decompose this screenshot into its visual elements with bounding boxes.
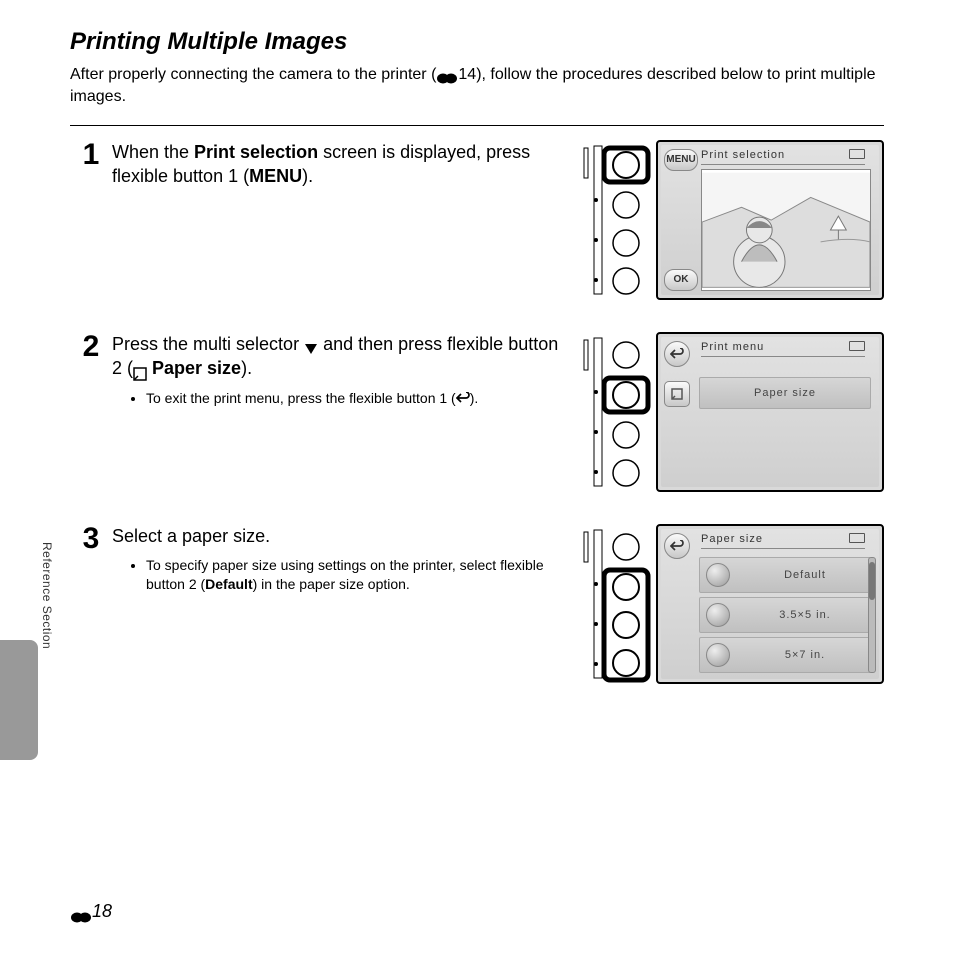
down-triangle-icon: [304, 338, 318, 352]
photo-illustration: [701, 169, 871, 291]
option-3-5x5: 3.5×5 in.: [699, 597, 871, 633]
option-radio-icon: [706, 563, 730, 587]
screen-1-title-text: Print selection: [701, 149, 785, 161]
screen-3-title: Paper size: [701, 533, 865, 549]
camera-side-buttons: [574, 332, 654, 492]
step-1-c: ).: [302, 166, 313, 186]
step-3-screen: Paper size Default 3.5×5 in. 5×7 in.: [656, 524, 884, 684]
side-tab: [0, 640, 38, 760]
screen-3-title-text: Paper size: [701, 533, 763, 545]
step-3: 3 Select a paper size. To specify paper …: [70, 524, 884, 684]
scrollbar: [868, 557, 876, 673]
step-1-text: When the Print selection screen is displ…: [112, 140, 560, 189]
page-title: Printing Multiple Images: [70, 28, 884, 56]
default-label: Default: [205, 576, 252, 592]
option-5x7-label: 5×7 in.: [740, 649, 870, 661]
intro-a: After properly connecting the camera to …: [70, 66, 436, 83]
option-default: Default: [699, 557, 871, 593]
reference-link-icon: [436, 69, 458, 80]
option-paper-size: Paper size: [699, 377, 871, 409]
step-3-number: 3: [70, 524, 112, 554]
step-3-bullets: To specify paper size using settings on …: [146, 556, 560, 594]
step-2-a: Press the multi selector: [112, 334, 304, 354]
step-1: 1 When the Print selection screen is dis…: [70, 140, 884, 300]
side-section-label: Reference Section: [40, 542, 54, 649]
page-number-value: 18: [92, 901, 112, 921]
soft-button-ok: OK: [664, 269, 698, 291]
step-2-c: ).: [241, 358, 252, 378]
intro-ref: 14: [458, 66, 476, 83]
step-3-bullet-1: To specify paper size using settings on …: [146, 556, 560, 594]
step-2-bullet-b: ).: [470, 390, 479, 406]
option-default-label: Default: [740, 569, 870, 581]
back-arrow-icon: [456, 390, 470, 409]
back-soft-button: [664, 341, 690, 367]
page-number: 18: [70, 901, 112, 922]
option-paper-size-label: Paper size: [700, 387, 870, 399]
step-2-bullet-1: To exit the print menu, press the flexib…: [146, 389, 560, 409]
step-2-screen: Print menu Paper size: [656, 332, 884, 492]
battery-icon: [849, 149, 865, 159]
option-5x7: 5×7 in.: [699, 637, 871, 673]
screen-2-title-text: Print menu: [701, 341, 764, 353]
step-3-bullet-b: ) in the paper size option.: [253, 576, 410, 592]
step-2-bullet-a: To exit the print menu, press the flexib…: [146, 390, 456, 406]
screen-1-title: Print selection: [701, 149, 865, 165]
step-1-screen: MENU Print selection: [656, 140, 884, 300]
paper-size-icon: [133, 363, 147, 377]
step-1-number: 1: [70, 140, 112, 170]
menu-label: MENU: [249, 166, 302, 186]
reference-link-icon: [70, 907, 92, 918]
paper-size-label: Paper size: [147, 358, 241, 378]
battery-icon: [849, 533, 865, 543]
soft-button-menu: MENU: [664, 149, 698, 171]
step-1-bold-a: Print selection: [194, 142, 318, 162]
step-2-text: Press the multi selector and then press …: [112, 332, 560, 381]
battery-icon: [849, 341, 865, 351]
step-2: 2 Press the multi selector and then pres…: [70, 332, 884, 492]
step-3-text: Select a paper size.: [112, 524, 560, 548]
screen-2-title: Print menu: [701, 341, 865, 357]
option-radio-icon: [706, 603, 730, 627]
intro-text: After properly connecting the camera to …: [70, 64, 884, 107]
back-soft-button: [664, 533, 690, 559]
camera-side-buttons: [574, 524, 654, 684]
option-radio-icon: [706, 643, 730, 667]
step-2-number: 2: [70, 332, 112, 362]
step-1-a: When the: [112, 142, 194, 162]
paper-size-soft-icon: [664, 381, 690, 407]
camera-side-buttons: [574, 140, 654, 300]
divider: [70, 125, 884, 126]
step-2-bullets: To exit the print menu, press the flexib…: [146, 389, 560, 409]
option-3-5x5-label: 3.5×5 in.: [740, 609, 870, 621]
